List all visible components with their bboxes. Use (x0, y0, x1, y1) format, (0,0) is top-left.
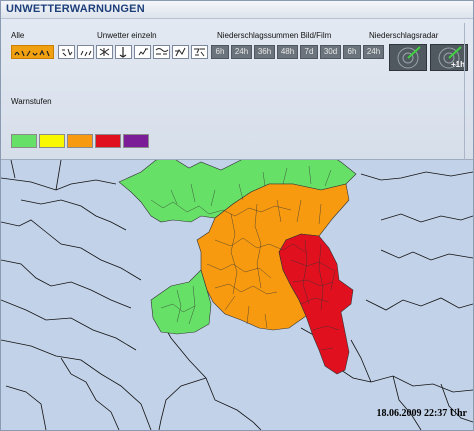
radar-now-button[interactable] (389, 44, 427, 71)
all-warnings-icon (14, 49, 50, 57)
heat-button[interactable] (172, 45, 189, 59)
level-4-box[interactable] (95, 134, 121, 148)
map-canvas (1, 160, 473, 430)
film-6h-button[interactable]: 6h (343, 45, 361, 59)
rain-icon (80, 50, 92, 57)
single-label: Unwetter einzeln (97, 31, 157, 40)
snow-button[interactable] (96, 45, 113, 59)
widget-title: UNWETTERWARNUNGEN (6, 3, 145, 15)
map-timestamp: 18.06.2009 22:37 Uhr (376, 408, 467, 419)
heat-icon (175, 47, 186, 57)
all-label: Alle (11, 31, 25, 40)
frost-icon (138, 48, 148, 56)
wind-button[interactable] (115, 45, 132, 59)
warning-map[interactable]: 18.06.2009 22:37 Uhr (1, 160, 473, 430)
radar-label: Niederschlagsradar (369, 31, 439, 40)
level-2-box[interactable] (39, 134, 65, 148)
precip-48h-button[interactable]: 48h (277, 45, 298, 59)
precip-6h-button[interactable]: 6h (211, 45, 229, 59)
film-24h-button[interactable]: 24h (363, 45, 384, 59)
thunderstorm-icon (62, 48, 73, 57)
wind-icon (119, 47, 127, 58)
frost-button[interactable] (134, 45, 151, 59)
snow-icon (99, 48, 110, 56)
hail-button[interactable] (191, 45, 208, 59)
rain-button[interactable] (77, 45, 94, 59)
precip-36h-button[interactable]: 36h (254, 45, 275, 59)
all-warnings-button[interactable] (11, 45, 54, 59)
panel-scroll-edge (464, 23, 472, 163)
fog-button[interactable] (153, 45, 170, 59)
precip-24h-button[interactable]: 24h (231, 45, 252, 59)
title-bar: UNWETTERWARNUNGEN (1, 1, 473, 19)
warning-levels-label: Warnstufen (11, 97, 52, 106)
control-panel: Alle Unwetter einzeln Niederschlagssumme… (1, 19, 473, 163)
level-5-box[interactable] (123, 134, 149, 148)
level-1-box[interactable] (11, 134, 37, 148)
thunderstorm-button[interactable] (58, 45, 75, 59)
radar-forecast-button[interactable]: +1h (430, 44, 468, 71)
warning-widget: UNWETTERWARNUNGEN Alle Unwetter einzeln … (0, 0, 474, 431)
fog-icon (155, 48, 169, 55)
precip-7d-button[interactable]: 7d (300, 45, 318, 59)
precip-label: Niederschlagssummen Bild/Film (217, 31, 332, 40)
radar-icon (397, 46, 421, 69)
level-3-box[interactable] (67, 134, 93, 148)
radar-plus-label: +1h (450, 60, 465, 69)
precip-30d-button[interactable]: 30d (320, 45, 341, 59)
hail-icon (194, 48, 205, 57)
